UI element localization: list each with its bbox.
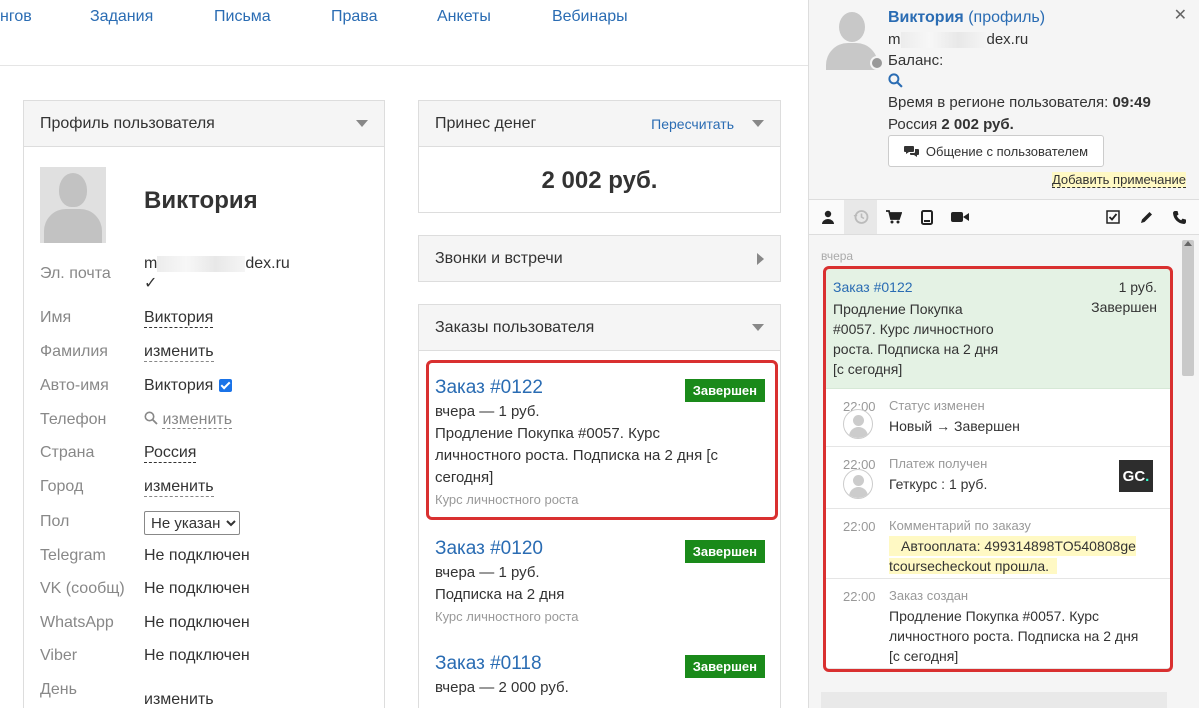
viber-value: Не подключен xyxy=(144,647,250,664)
search-icon[interactable] xyxy=(888,73,903,88)
field-label: Страна xyxy=(40,444,95,461)
phone-value: изменить xyxy=(144,411,233,429)
gender-value: Не указан xyxy=(144,511,240,535)
feed-day-label: вчера xyxy=(821,249,854,263)
tab-tasks-icon[interactable] xyxy=(1096,200,1129,234)
chevron-down-icon[interactable] xyxy=(356,120,368,127)
phone-edit-link[interactable]: изменить xyxy=(162,411,233,429)
auto-name-value: Виктория xyxy=(144,377,233,395)
chevron-right-icon[interactable] xyxy=(757,252,764,265)
whatsapp-value: Не подключен xyxy=(144,614,250,631)
money-panel: Принес денег Пересчитать 2 002 руб. xyxy=(418,100,781,213)
field-label: Viber xyxy=(40,647,78,664)
email-value: m dex.ru xyxy=(144,255,290,272)
nav-item-letters[interactable]: Письма xyxy=(214,8,271,26)
country-value[interactable]: Россия xyxy=(144,444,197,463)
first-name-value[interactable]: Виктория xyxy=(144,309,214,328)
field-label: День xyxy=(40,681,77,698)
tab-edit-icon[interactable] xyxy=(1130,200,1163,234)
tab-mobile-icon[interactable] xyxy=(910,200,943,234)
side-email: m dex.ru xyxy=(888,31,1029,49)
chat-with-user-button[interactable]: Общение с пользователем xyxy=(888,135,1104,167)
nav-item-webinars[interactable]: Вебинары xyxy=(552,8,628,26)
order-meta: вчера — 2 000 руб. xyxy=(435,679,569,696)
user-name: Виктория xyxy=(144,187,258,214)
field-label: Авто-имя xyxy=(40,377,109,394)
top-nav: нгов Задания Письма Права Анкеты Вебинар… xyxy=(0,0,808,66)
tab-cart-icon[interactable] xyxy=(877,200,910,234)
status-badge: Завершен xyxy=(684,540,765,563)
nav-item-surveys[interactable]: Анкеты xyxy=(437,8,491,26)
order-course: Курс личностного роста xyxy=(435,609,579,624)
tab-phone-icon[interactable] xyxy=(1163,200,1196,234)
nav-item-webinars-partial[interactable]: нгов xyxy=(0,8,32,26)
field-label: Фамилия xyxy=(40,343,108,360)
order-meta: вчера — 1 руб. xyxy=(435,564,540,581)
gender-select[interactable]: Не указан xyxy=(144,511,240,535)
next-feed-card xyxy=(821,692,1167,708)
search-icon[interactable] xyxy=(144,411,158,425)
tab-user-icon[interactable] xyxy=(811,200,844,234)
field-label: Пол xyxy=(40,513,70,530)
birthday-edit-link[interactable]: изменить xyxy=(144,691,214,708)
city-edit-link[interactable]: изменить xyxy=(144,478,214,497)
highlight-frame xyxy=(823,266,1173,672)
vk-value: Не подключен xyxy=(144,580,250,597)
recalculate-link[interactable]: Пересчитать xyxy=(651,116,734,132)
side-balance: Баланс: xyxy=(888,52,944,69)
telegram-value: Не подключен xyxy=(144,547,250,564)
tab-video-icon[interactable] xyxy=(943,200,976,234)
calls-panel[interactable]: Звонки и встречи xyxy=(418,235,781,282)
last-name-edit-link[interactable]: изменить xyxy=(144,343,214,362)
profile-link[interactable]: (профиль) xyxy=(968,9,1045,26)
calls-panel-title: Звонки и встречи xyxy=(435,249,563,267)
profile-panel: Профиль пользователя Виктория Эл. почта … xyxy=(23,100,385,708)
scroll-up-icon[interactable] xyxy=(1184,241,1192,246)
order-description: Подписка на 2 дня xyxy=(435,586,565,603)
field-label: WhatsApp xyxy=(40,614,114,631)
orders-panel-title: Заказы пользователя xyxy=(435,318,595,336)
country-amount: Россия 2 002 руб. xyxy=(888,116,1014,133)
side-name-link[interactable]: Виктория xyxy=(888,9,964,26)
feed-scrollbar[interactable] xyxy=(1182,240,1194,376)
field-label: Эл. почта xyxy=(40,265,111,282)
calls-panel-header[interactable]: Звонки и встречи xyxy=(419,236,780,281)
avatar xyxy=(40,167,106,243)
side-user-name: Виктория (профиль) xyxy=(888,9,1045,27)
check-icon: ✓ xyxy=(144,275,158,292)
chevron-down-icon[interactable] xyxy=(752,324,764,331)
close-icon[interactable]: ✕ xyxy=(1174,5,1187,25)
field-label: VK (сообщ) xyxy=(40,580,125,597)
auto-name-checkbox[interactable] xyxy=(219,379,233,393)
status-badge: Завершен xyxy=(684,655,765,678)
orders-panel-header[interactable]: Заказы пользователя xyxy=(419,305,780,351)
field-label: Город xyxy=(40,478,84,495)
chevron-down-icon[interactable] xyxy=(752,120,764,127)
order-item: Заказ #0120 Завершен вчера — 1 руб. Подп… xyxy=(435,538,765,624)
nav-item-tasks[interactable]: Задания xyxy=(90,8,153,26)
profile-panel-title: Профиль пользователя xyxy=(40,114,215,132)
field-label: Telegram xyxy=(40,547,106,564)
money-panel-header: Принес денег Пересчитать xyxy=(419,101,780,147)
user-side-panel: ✕ Виктория (профиль) m dex.ru Баланс: Вре… xyxy=(808,0,1199,708)
field-label: Имя xyxy=(40,309,72,326)
money-amount: 2 002 руб. xyxy=(541,167,658,194)
add-note-link[interactable]: Добавить примечание xyxy=(1051,172,1186,188)
nav-item-rights[interactable]: Права xyxy=(331,8,378,26)
order-item: Заказ #0118 Завершен вчера — 2 000 руб. xyxy=(435,653,765,699)
profile-panel-header[interactable]: Профиль пользователя xyxy=(24,101,384,147)
chat-icon xyxy=(903,146,919,157)
field-label: Телефон xyxy=(40,411,107,428)
region-time: Время в регионе пользователя: 09:49 xyxy=(888,94,1151,111)
online-status-dot xyxy=(870,56,884,70)
money-panel-title: Принес денег xyxy=(435,114,537,132)
side-tabs xyxy=(809,199,1199,235)
highlight-frame xyxy=(426,360,778,520)
tab-history-icon[interactable] xyxy=(844,200,877,234)
